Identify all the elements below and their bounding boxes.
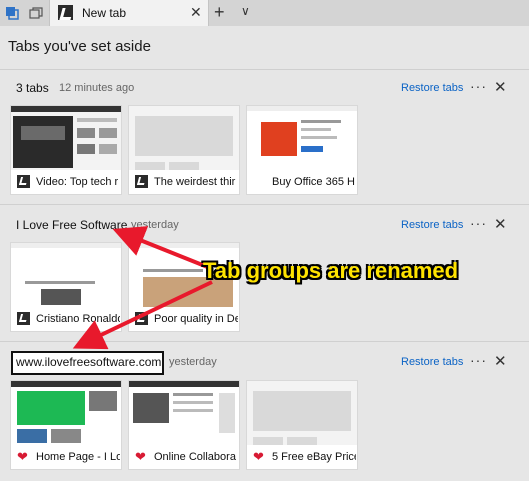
- close-tab-icon[interactable]: ✕: [190, 4, 202, 21]
- new-tab-button[interactable]: +: [214, 2, 225, 23]
- close-icon[interactable]: ✕: [494, 352, 507, 370]
- divider: [0, 341, 529, 342]
- page-preview: [11, 243, 121, 307]
- tab-thumbnail[interactable]: Poor quality in Del: [128, 242, 240, 332]
- group-name: www.ilovefreesoftware.com: [16, 355, 162, 369]
- tab-group-header: www.ilovefreesoftware.com yesterday Rest…: [0, 352, 529, 374]
- heart-icon: ❤: [135, 449, 146, 464]
- edge-favicon-icon: [135, 175, 148, 188]
- edge-favicon-icon: [135, 312, 148, 325]
- tab-title: Buy Office 365 H: [272, 176, 355, 188]
- group-time: yesterday: [131, 219, 179, 231]
- page-title: Tabs you've set aside: [8, 38, 151, 55]
- edge-favicon-icon: [17, 312, 30, 325]
- page-preview: [11, 106, 121, 170]
- tab-thumbnail[interactable]: ❤ 5 Free eBay Price: [246, 380, 358, 470]
- heart-icon: ❤: [253, 449, 264, 464]
- tab-group-header: I Love Free Software yesterday Restore t…: [0, 215, 529, 237]
- tab-title: Home Page - I Lo: [36, 451, 120, 463]
- tab-thumbnail[interactable]: The weirdest thir: [128, 105, 240, 195]
- tab-title: The weirdest thir: [154, 176, 236, 188]
- tab-thumbnail[interactable]: ❤ Home Page - I Lo: [10, 380, 122, 470]
- chevron-down-icon[interactable]: ∨: [241, 4, 250, 18]
- page-preview: [247, 106, 357, 170]
- tab-bar: New tab ✕ + ∨: [0, 0, 529, 26]
- restore-tabs-link[interactable]: Restore tabs: [401, 356, 463, 368]
- tab-group-header: 3 tabs 12 minutes ago Restore tabs ··· ✕: [0, 78, 529, 100]
- close-icon[interactable]: ✕: [494, 215, 507, 233]
- tab-thumbnail[interactable]: Video: Top tech r: [10, 105, 122, 195]
- tab-thumbnail[interactable]: Cristiano Ronaldo: [10, 242, 122, 332]
- tab-title: Video: Top tech r: [36, 176, 119, 188]
- pane-header: Tabs you've set aside: [0, 26, 529, 70]
- tab-title: New tab: [82, 6, 127, 20]
- tab-thumbnail[interactable]: Buy Office 365 H: [246, 105, 358, 195]
- annotation-label: Tab groups are renamed: [203, 258, 459, 283]
- page-preview: [247, 381, 357, 445]
- more-options-icon[interactable]: ···: [470, 352, 487, 368]
- page-preview: [129, 106, 239, 170]
- restore-tabs-link[interactable]: Restore tabs: [401, 82, 463, 94]
- set-aside-tabs-icon[interactable]: [5, 5, 21, 21]
- tab-title: Poor quality in Del: [154, 313, 238, 325]
- page-preview: [11, 381, 121, 445]
- edge-favicon-icon: [58, 5, 73, 20]
- divider: [0, 204, 529, 205]
- restore-tabs-link[interactable]: Restore tabs: [401, 219, 463, 231]
- group-name: I Love Free Software: [16, 218, 128, 232]
- group-name: 3 tabs: [16, 81, 49, 95]
- show-set-aside-tabs-icon[interactable]: [28, 5, 44, 21]
- tab-thumbnail[interactable]: ❤ Online Collabora: [128, 380, 240, 470]
- group-time: yesterday: [169, 356, 217, 368]
- more-options-icon[interactable]: ···: [470, 78, 487, 94]
- tab-title: Online Collabora: [154, 451, 236, 463]
- close-icon[interactable]: ✕: [494, 78, 507, 96]
- tab-new-tab[interactable]: New tab ✕: [49, 0, 209, 26]
- tab-title: 5 Free eBay Price: [272, 451, 356, 463]
- tab-title: Cristiano Ronaldo: [36, 313, 120, 325]
- heart-icon: ❤: [17, 449, 28, 464]
- group-time: 12 minutes ago: [59, 82, 135, 94]
- more-options-icon[interactable]: ···: [470, 215, 487, 231]
- edge-favicon-icon: [17, 175, 30, 188]
- page-preview: [129, 381, 239, 445]
